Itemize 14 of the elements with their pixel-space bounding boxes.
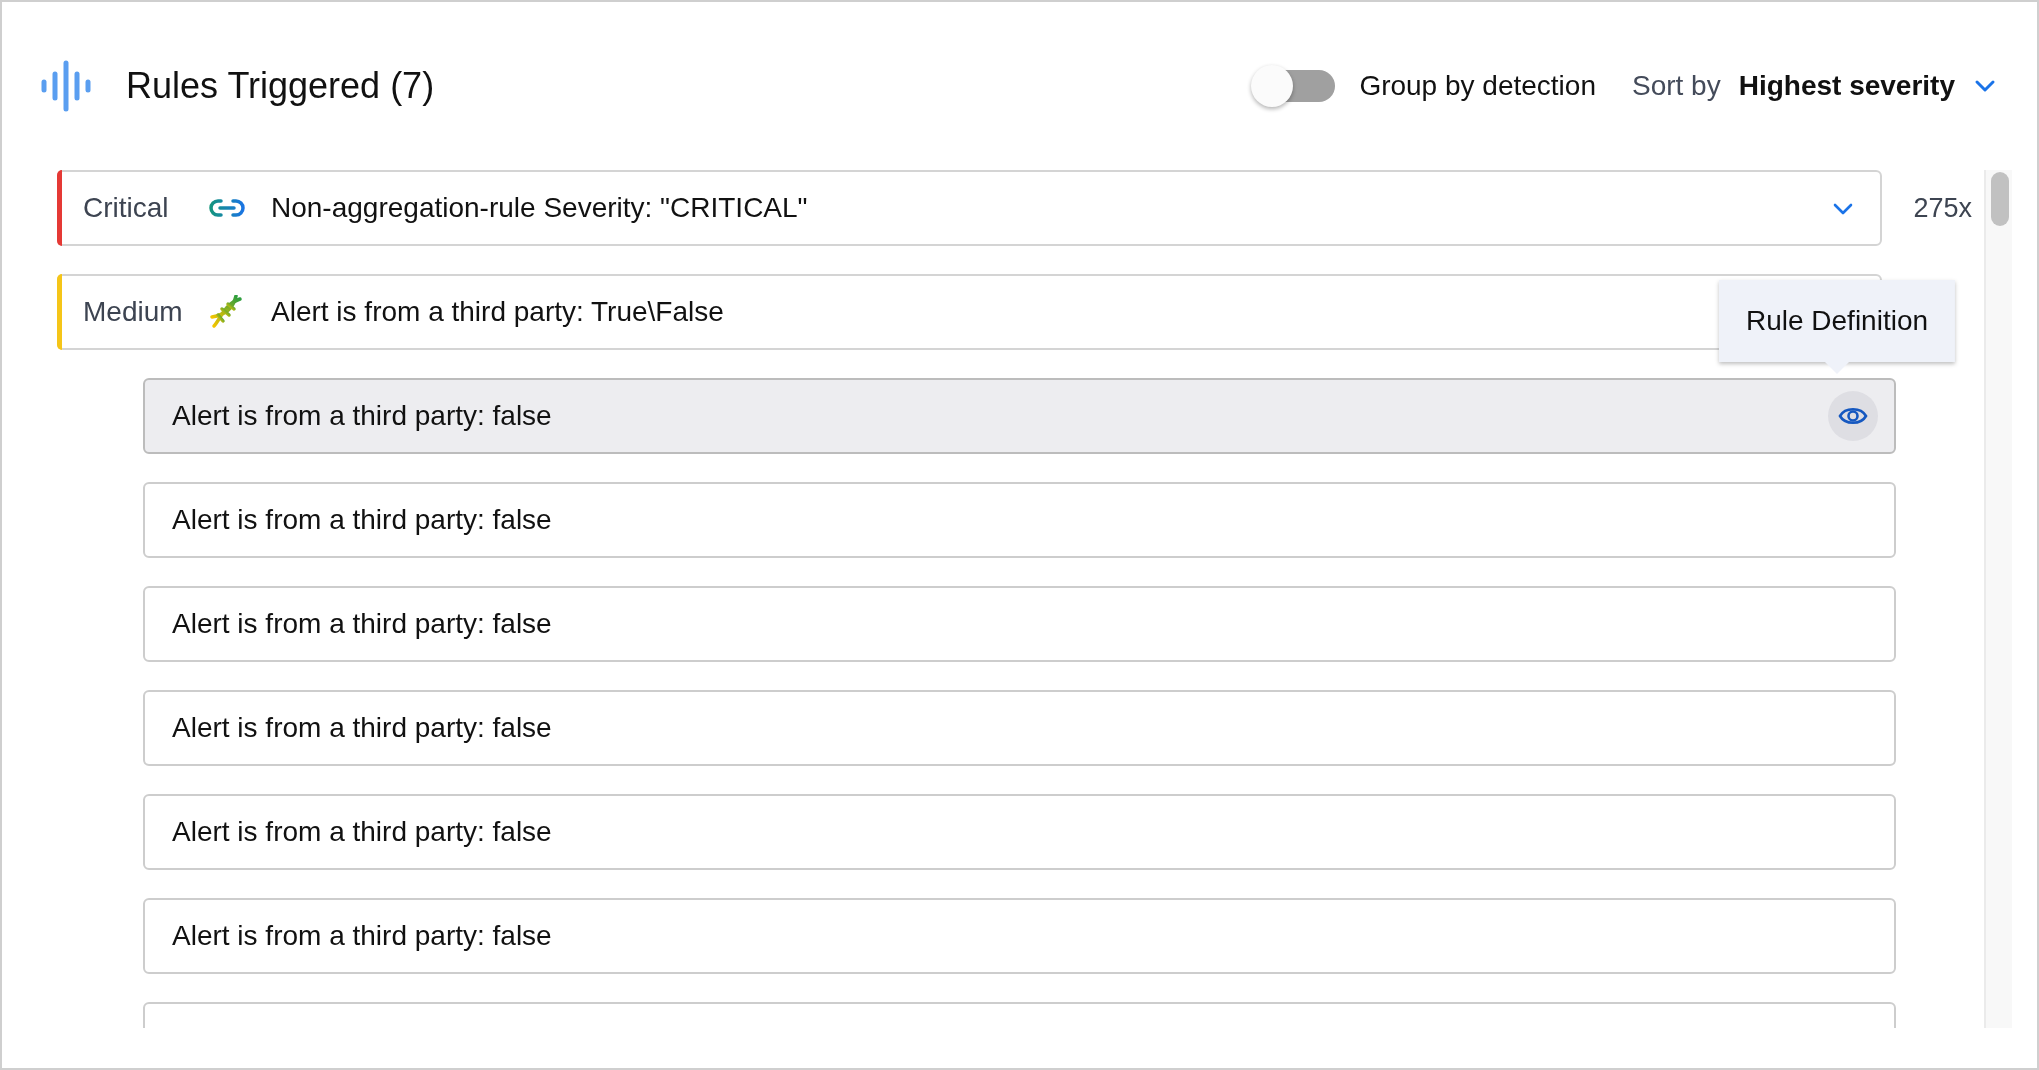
severity-label: Critical xyxy=(83,191,170,225)
result-text: Alert is from a third party: false xyxy=(172,607,553,641)
tooltip: Rule Definition xyxy=(1718,280,1956,362)
rule-name: Non-aggregation-rule Severity: "CRITICAL" xyxy=(271,191,808,225)
result-text: Alert is from a third party: false xyxy=(172,399,553,433)
result-text: Alert is from a third party: false xyxy=(172,815,553,849)
sort-label: Sort by xyxy=(1631,68,1721,103)
toggle-label: Group by detection xyxy=(1359,68,1596,103)
hit-count: 275x xyxy=(1912,191,1972,225)
panel-title: Rules Triggered (7) xyxy=(126,63,435,108)
result-text: Alert is from a third party: false xyxy=(172,503,553,537)
result-text: Alert is from a third party: false xyxy=(172,919,553,953)
rule-name: Alert is from a third party: True\False xyxy=(271,295,724,329)
result-text: Alert is from a third party: false xyxy=(172,711,553,745)
